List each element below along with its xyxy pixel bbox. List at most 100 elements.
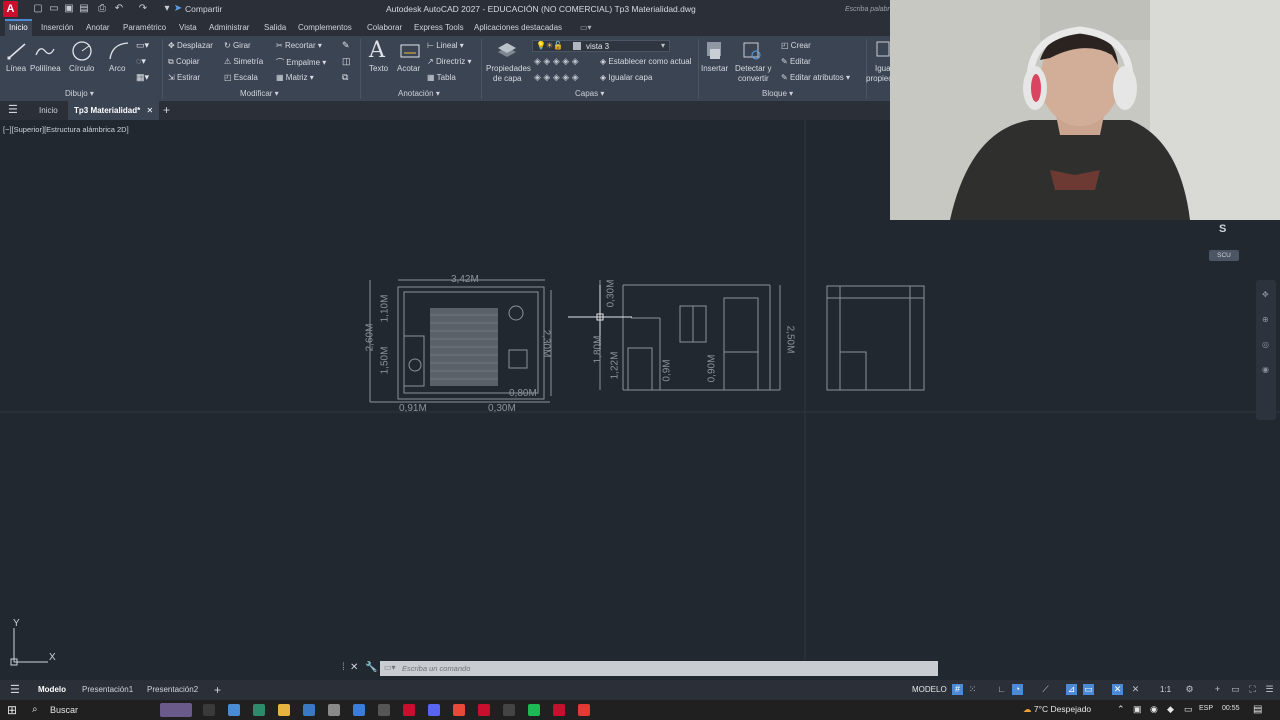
arc-tool-icon[interactable] [108,40,130,62]
mirror-tool[interactable]: ⚠ Simetría [224,57,263,66]
customize-status-icon[interactable]: ☰ [1264,684,1275,695]
group-title-dibujo[interactable]: Dibujo ▾ [65,89,94,100]
group-title-modificar[interactable]: Modificar ▾ [240,89,279,100]
set-current-layer-button[interactable]: ◈ Establecer como actual [600,57,692,66]
file-tab-inicio[interactable]: Inicio [39,101,58,120]
share-icon[interactable]: ➤ [172,3,184,15]
move-tool[interactable]: ✥ Desplazar [168,41,213,50]
tab-express-tools[interactable]: Express Tools [414,19,464,36]
viewcube-compass-south[interactable]: S [1219,223,1226,235]
text-tool-label[interactable]: Texto [369,64,388,73]
circle-tool-label[interactable]: Círculo [69,64,94,73]
tray-overflow-icon[interactable]: ⌃ [1117,704,1125,715]
edge-icon[interactable] [253,704,265,716]
scale-tool[interactable]: ◰ Escala [224,73,258,82]
save-as-icon[interactable]: ▤ [78,3,90,15]
navigation-bar[interactable]: ✥ ⊕ ◎ ◉ [1256,280,1276,420]
copy-tool[interactable]: ⧉ Copiar [168,57,200,67]
match-properties-label-1[interactable]: Igua [875,64,891,73]
match-properties-icon[interactable] [876,40,890,60]
fullscreen-icon[interactable]: ⛶ [1247,684,1258,695]
close-icon[interactable]: ✕ [350,662,358,673]
tab-presentacion1[interactable]: Presentación1 [82,680,133,700]
customize-icon[interactable]: 🔧 [365,662,377,673]
new-tab-icon[interactable]: + [163,101,170,120]
insert-block-label[interactable]: Insertar [701,64,728,73]
draw-more-icon[interactable]: ▦▾ [136,72,149,83]
tab-salida[interactable]: Salida [264,19,286,36]
edit-attributes-button[interactable]: ✎ Editar atributos ▾ [781,73,850,82]
open-file-icon[interactable]: ▭ [48,3,60,15]
tab-presentacion2[interactable]: Presentación2 [147,680,198,700]
layer-dropdown[interactable]: 💡☀🔓 vista 3 ▾ [532,40,670,52]
circle-tool-icon[interactable] [71,40,93,62]
linear-dim-tool[interactable]: ⊢ Lineal ▾ [427,41,464,50]
tab-colaborar[interactable]: Colaborar [367,19,402,36]
tab-anotar[interactable]: Anotar [86,19,110,36]
tab-vista[interactable]: Vista [179,19,197,36]
leader-tool[interactable]: ↗ Directriz ▾ [427,57,472,66]
tab-complementos[interactable]: Complementos [298,19,352,36]
isolate-icon[interactable]: ▭ [1230,684,1241,695]
group-title-anotacion[interactable]: Anotación ▾ [398,89,440,100]
app-icon[interactable] [503,704,515,716]
insert-block-icon[interactable] [704,40,724,62]
gear-icon[interactable]: ⚙ [1184,684,1195,695]
rotate-tool[interactable]: ↻ Girar [224,41,251,50]
group-title-capas[interactable]: Capas ▾ [575,89,604,100]
detect-convert-label-2[interactable]: convertir [738,74,769,83]
polar-icon[interactable]: ◔ [1012,684,1023,695]
layer-properties-label-2[interactable]: de capa [493,74,521,83]
annotation-visibility-icon[interactable]: ✕ [1130,684,1141,695]
group-title-bloque[interactable]: Bloque ▾ [762,89,793,100]
table-tool[interactable]: ▦ Tabla [427,73,456,82]
layer-properties-label-1[interactable]: Propiedades [486,64,531,73]
rectangle-tool-icon[interactable]: ▭▾ [136,40,149,51]
chrome-icon[interactable] [453,704,465,716]
menu-hamburger-icon[interactable]: ☰ [8,101,18,120]
file-explorer-icon[interactable] [278,704,290,716]
offset-icon[interactable]: ⧉ [342,72,348,83]
discord-icon[interactable] [428,704,440,716]
fillet-tool[interactable]: ⌒ Empalme ▾ [276,57,326,68]
tab-inicio[interactable]: Inicio [5,19,32,36]
tab-parametrico[interactable]: Paramétrico [123,19,166,36]
tab-administrar[interactable]: Administrar [209,19,249,36]
osnap-icon[interactable]: ⊿ [1066,684,1077,695]
autocad-taskbar-icon[interactable] [403,704,415,716]
autocad-logo-button[interactable]: A [3,1,18,17]
annotation-scale-icon[interactable]: ✕ [1112,684,1123,695]
array-tool[interactable]: ▦ Matriz ▾ [276,73,314,82]
isodraft-icon[interactable]: ⟋ [1040,684,1051,695]
app-icon[interactable] [353,704,365,716]
lineweight-icon[interactable]: ▭ [1083,684,1094,695]
trim-tool[interactable]: ✂ Recortar ▾ [276,41,322,50]
tray-app-icon[interactable]: ▣ [1133,704,1142,715]
system-clock[interactable]: 00:55 [1222,705,1240,712]
tab-insercion[interactable]: Inserción [41,19,73,36]
detect-convert-icon[interactable] [741,40,763,62]
print-icon[interactable]: ⎙ [96,3,108,15]
model-space-toggle[interactable]: MODELO [912,685,947,694]
arc-tool-label[interactable]: Arco [109,64,125,73]
share-button[interactable]: Compartir [185,4,222,14]
create-block-button[interactable]: ◰ Crear [781,41,811,50]
store-icon[interactable] [303,704,315,716]
explode-icon[interactable]: ◫ [342,56,351,67]
copilot-icon[interactable] [228,704,240,716]
tab-modelo[interactable]: Modelo [38,680,66,700]
snap-icon[interactable]: ⁙ [967,684,978,695]
save-icon[interactable]: ▣ [63,3,75,15]
steering-wheel-icon[interactable]: ◉ [1262,365,1269,374]
layer-tools-row2-icons[interactable]: ◈ ◈ ◈ ◈ ◈ [534,72,579,83]
detect-convert-label-1[interactable]: Detectar y [735,64,771,73]
match-layer-button[interactable]: ◈ Igualar capa [600,73,652,82]
stretch-tool[interactable]: ⇲ Estirar [168,73,200,82]
layout-menu-icon[interactable]: ☰ [10,680,20,700]
zoom-icon[interactable]: ⊕ [1262,315,1269,324]
redo-icon[interactable]: ↷ [137,3,149,15]
spotify-icon[interactable] [528,704,540,716]
line-tool-label[interactable]: Línea [6,64,26,73]
app-icon[interactable] [478,704,490,716]
dimension-tool-label[interactable]: Acotar [397,64,420,73]
